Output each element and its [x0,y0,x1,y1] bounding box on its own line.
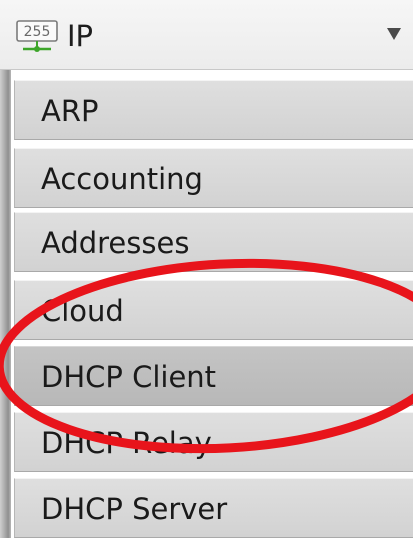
ip-network-icon: 255 [16,20,58,52]
menu-item-cloud[interactable]: Cloud [14,280,413,340]
menu-item-label: DHCP Relay [41,426,212,460]
menu-item-accounting[interactable]: Accounting [14,148,413,208]
menu-item-dhcp-relay[interactable]: DHCP Relay [14,412,413,472]
menu-item-label: Addresses [41,226,190,260]
ip-icon-text: 255 [24,24,51,40]
menu-header-title: IP [67,19,94,53]
menu-item-label: Cloud [41,294,124,328]
menu-item-label: DHCP Client [41,360,217,394]
submenu-rail [0,70,11,538]
menu-item-label: Accounting [41,162,203,196]
ip-submenu: ARP Accounting Addresses Cloud DHCP Clie… [0,70,413,538]
dropdown-arrow-icon[interactable] [387,28,401,40]
menu-item-label: ARP [41,94,99,128]
menu-item-label: DHCP Server [41,492,228,526]
winbox-menu-panel: 255 IP ARP Accounting Addresses Cloud DH… [0,0,413,538]
menu-item-dhcp-server[interactable]: DHCP Server [14,478,413,538]
menu-item-addresses[interactable]: Addresses [14,212,413,272]
menu-header-ip[interactable]: 255 IP [0,0,413,70]
menu-item-arp[interactable]: ARP [14,80,413,140]
menu-item-dhcp-client[interactable]: DHCP Client [14,346,413,406]
